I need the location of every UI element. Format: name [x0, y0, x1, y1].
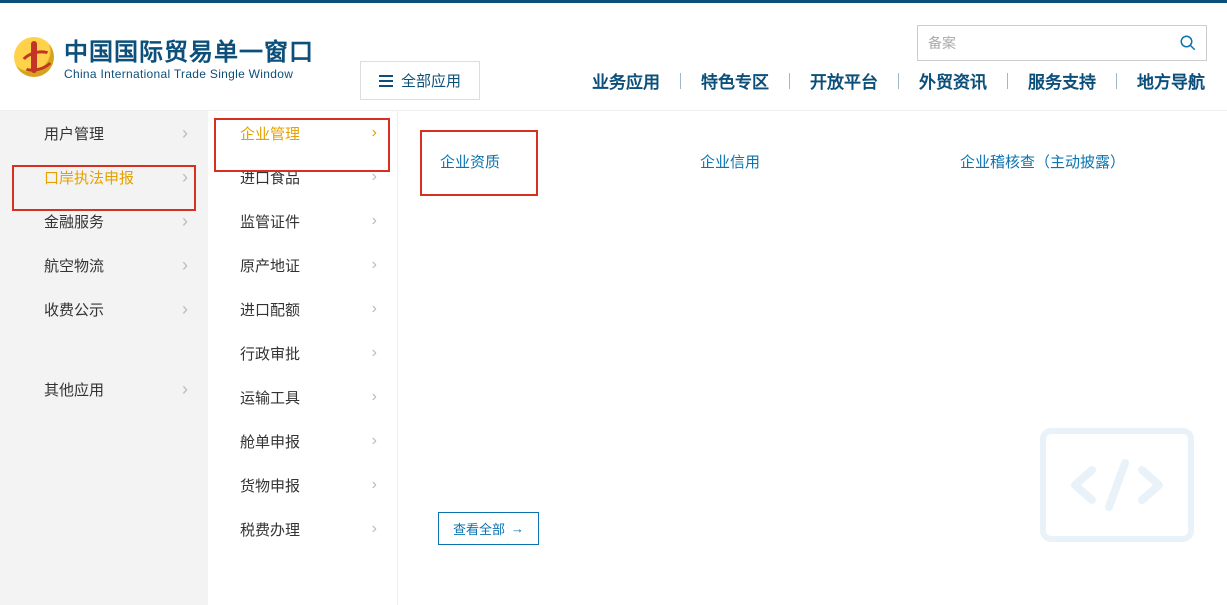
chevron-right-icon: ›: [372, 344, 377, 362]
body: 用户管理›口岸执法申报›金融服务›航空物流›收费公示›其他应用› 企业管理›进口…: [0, 111, 1227, 605]
sidebar2-item-label: 运输工具: [240, 387, 300, 408]
top-nav: 全部应用 业务应用 特色专区 开放平台 外贸资讯 服务支持 地方导航: [360, 61, 1207, 100]
chevron-right-icon: ›: [372, 432, 377, 450]
sidebar2-item[interactable]: 舱单申报 ›: [208, 419, 397, 463]
chevron-right-icon: ›: [182, 379, 188, 400]
sidebar2-item-label: 企业管理: [240, 123, 300, 144]
sidebar2-item-label: 货物申报: [240, 475, 300, 496]
sidebar1-item-label: 航空物流: [44, 255, 104, 276]
sidebar2-item-label: 舱单申报: [240, 431, 300, 452]
chevron-right-icon: ›: [182, 167, 188, 188]
sidebar2-item[interactable]: 原产地证 ›: [208, 243, 397, 287]
sidebar1-item-label: 其他应用: [44, 379, 104, 400]
content-panel: 企业资质 企业信用 企业稽核查（主动披露） 查看全部 →: [398, 111, 1227, 605]
sidebar1-item-label: 用户管理: [44, 123, 104, 144]
sidebar2-item[interactable]: 行政审批 ›: [208, 331, 397, 375]
all-apps-label: 全部应用: [401, 70, 461, 91]
sidebar1-item-label: 口岸执法申报: [44, 167, 134, 188]
content-link[interactable]: 企业稽核查（主动披露）: [948, 143, 1137, 180]
nav-link[interactable]: 地方导航: [1135, 68, 1207, 93]
logo-icon: [14, 37, 54, 77]
nav-separator: [680, 73, 681, 89]
chevron-right-icon: ›: [372, 300, 377, 318]
sidebar-level-2: 企业管理 › 进口食品 › 监管证件 › 原产地证 › 进口配额 › 行政审批 › 运输工具 › 舱单申报 ›…: [208, 111, 398, 605]
sidebar1-item[interactable]: 用户管理 ›: [0, 111, 208, 155]
content-link[interactable]: 企业资质: [428, 143, 512, 180]
sidebar2-item[interactable]: 货物申报 ›: [208, 463, 397, 507]
sidebar1-item-label: 收费公示: [44, 299, 104, 320]
nav-link[interactable]: 开放平台: [808, 68, 880, 93]
logo-block: 中国国际贸易单一窗口 China International Trade Sin…: [0, 32, 314, 81]
nav-link[interactable]: 特色专区: [699, 68, 771, 93]
sidebar1-item-label: 金融服务: [44, 211, 104, 232]
view-all-label: 查看全部: [453, 519, 505, 538]
chevron-right-icon: ›: [372, 168, 377, 186]
sidebar2-item-label: 进口食品: [240, 167, 300, 188]
sidebar2-item[interactable]: 运输工具 ›: [208, 375, 397, 419]
search-input[interactable]: [918, 35, 1170, 51]
nav-link[interactable]: 业务应用: [590, 68, 662, 93]
sidebar2-item[interactable]: 进口食品 ›: [208, 155, 397, 199]
nav-separator: [1116, 73, 1117, 89]
sidebar1-item[interactable]: 其他应用 ›: [0, 367, 208, 411]
sidebar2-item[interactable]: 税费办理 ›: [208, 507, 397, 551]
logo-text: 中国国际贸易单一窗口 China International Trade Sin…: [64, 32, 314, 81]
sidebar-level-1: 用户管理 › 口岸执法申报 › 金融服务 › 航空物流 › 收费公示 › 其他应用 ›: [0, 111, 208, 605]
search-icon[interactable]: [1170, 26, 1206, 60]
sidebar1-item[interactable]: 金融服务 ›: [0, 199, 208, 243]
search-box: [917, 25, 1207, 61]
chevron-right-icon: ›: [182, 255, 188, 276]
nav-separator: [789, 73, 790, 89]
arrow-right-icon: →: [511, 521, 524, 536]
chevron-right-icon: ›: [372, 212, 377, 230]
chevron-right-icon: ›: [372, 476, 377, 494]
sidebar2-item-label: 监管证件: [240, 211, 300, 232]
view-all-button[interactable]: 查看全部 →: [438, 512, 539, 545]
chevron-right-icon: ›: [182, 123, 188, 144]
sidebar2-item-label: 行政审批: [240, 343, 300, 364]
site-title-cn: 中国国际贸易单一窗口: [64, 32, 314, 67]
nav-separator: [1007, 73, 1008, 89]
nav-link[interactable]: 外贸资讯: [917, 68, 989, 93]
nav-link[interactable]: 服务支持: [1026, 68, 1098, 93]
sidebar2-item[interactable]: 进口配额 ›: [208, 287, 397, 331]
sidebar2-item[interactable]: 监管证件 ›: [208, 199, 397, 243]
spacer: [0, 331, 208, 367]
chevron-right-icon: ›: [372, 256, 377, 274]
content-link[interactable]: 企业信用: [688, 143, 772, 180]
nav-separator: [898, 73, 899, 89]
sidebar2-item-label: 税费办理: [240, 519, 300, 540]
chevron-right-icon: ›: [182, 211, 188, 232]
chevron-right-icon: ›: [182, 299, 188, 320]
sidebar1-item[interactable]: 航空物流 ›: [0, 243, 208, 287]
sidebar2-item-label: 进口配额: [240, 299, 300, 320]
sidebar2-item[interactable]: 企业管理 ›: [208, 111, 397, 155]
code-watermark-icon: [1037, 425, 1197, 545]
all-apps-button[interactable]: 全部应用: [360, 61, 480, 100]
chevron-right-icon: ›: [372, 388, 377, 406]
chevron-right-icon: ›: [372, 520, 377, 538]
header: 中国国际贸易单一窗口 China International Trade Sin…: [0, 3, 1227, 111]
site-title-en: China International Trade Single Window: [64, 67, 314, 81]
sidebar2-item-label: 原产地证: [240, 255, 300, 276]
chevron-right-icon: ›: [372, 124, 377, 142]
hamburger-icon: [379, 75, 393, 87]
sidebar1-item[interactable]: 收费公示 ›: [0, 287, 208, 331]
sidebar1-item[interactable]: 口岸执法申报 ›: [0, 155, 208, 199]
